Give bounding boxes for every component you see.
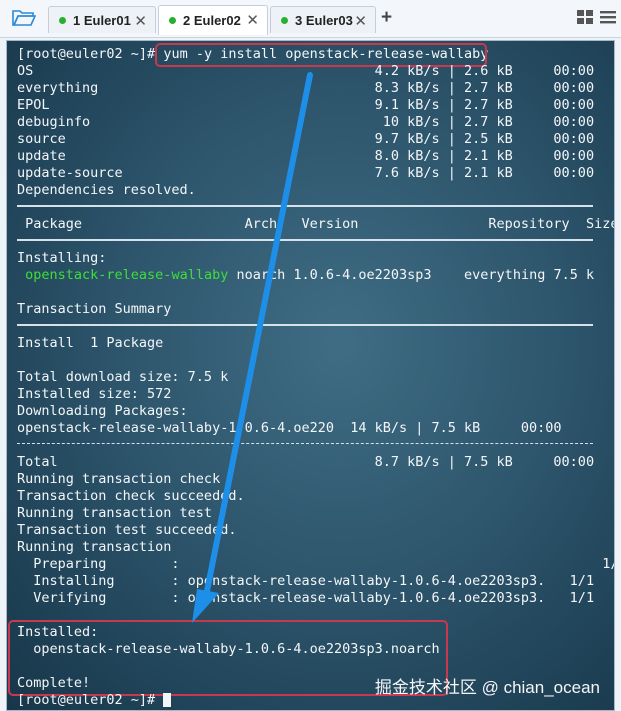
annotation-arrow-icon xyxy=(192,72,313,623)
close-icon[interactable]: ✕ xyxy=(246,11,259,29)
tab-label: 2 Euler02 xyxy=(183,13,241,28)
tab-label: 3 Euler03 xyxy=(295,12,353,28)
terminal-pane[interactable]: [root@euler02 ~]# yum -y install opensta… xyxy=(6,40,615,711)
status-dot-icon xyxy=(281,16,288,24)
tab-bar: 1 Euler01 ✕ 2 Euler02 ✕ 3 Euler03 ✕ + xyxy=(0,0,621,38)
folder-icon xyxy=(12,10,36,26)
status-dot-icon xyxy=(59,16,66,24)
tab-label: 1 Euler01 xyxy=(73,12,131,28)
close-icon[interactable]: ✕ xyxy=(354,12,367,30)
open-folder-button[interactable] xyxy=(6,4,42,32)
add-tab-icon[interactable]: + xyxy=(381,7,392,29)
grid-view-icon[interactable] xyxy=(576,9,594,25)
tab-euler02[interactable]: 2 Euler02 ✕ xyxy=(158,5,268,35)
menu-icon[interactable] xyxy=(600,9,616,25)
tab-euler01[interactable]: 1 Euler01 ✕ xyxy=(48,6,156,33)
status-dot-icon xyxy=(169,17,176,24)
close-icon[interactable]: ✕ xyxy=(134,12,147,30)
tab-euler03[interactable]: 3 Euler03 ✕ xyxy=(270,6,376,33)
